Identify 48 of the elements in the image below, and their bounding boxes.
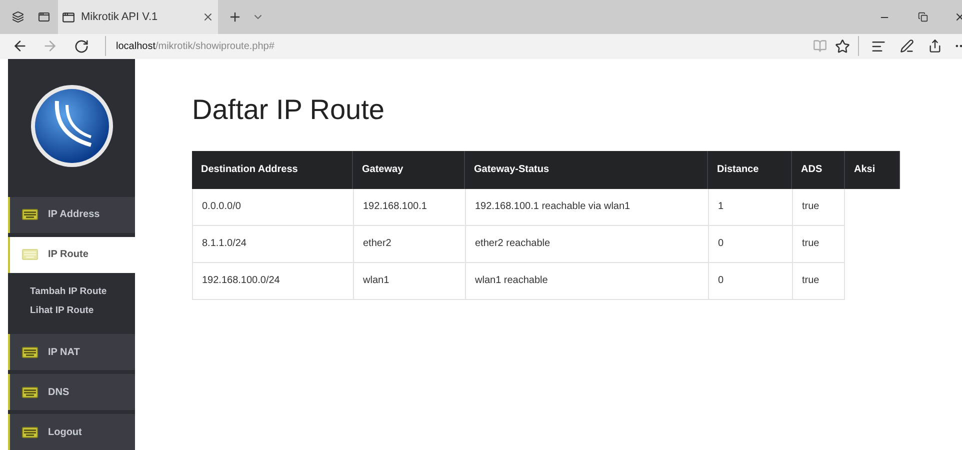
table-cell: 0 bbox=[708, 262, 792, 298]
hub-icon[interactable] bbox=[871, 38, 886, 54]
table-cell: ether2 bbox=[353, 226, 465, 262]
keyboard-icon bbox=[22, 346, 38, 358]
sidebar-item[interactable]: IP Route bbox=[8, 236, 135, 272]
table-cell: 192.168.100.1 bbox=[353, 188, 465, 224]
column-header: ADS bbox=[792, 150, 845, 188]
keyboard-icon bbox=[22, 386, 38, 398]
column-header: Gateway-Status bbox=[465, 150, 708, 188]
table-cell: wlan1 reachable bbox=[465, 262, 708, 298]
table-cell: true bbox=[792, 188, 845, 224]
submenu-link[interactable]: Tambah IP Route bbox=[30, 284, 135, 299]
table-cell: 8.1.1.0/24 bbox=[192, 226, 353, 262]
sidebar-item[interactable]: DNS bbox=[8, 374, 135, 410]
share-icon[interactable] bbox=[928, 39, 942, 54]
url-field[interactable]: localhost/mikrotik/showiproute.php# bbox=[116, 38, 274, 54]
column-header: Destination Address bbox=[192, 150, 353, 188]
pen-icon[interactable] bbox=[900, 39, 914, 54]
new-tab-icon[interactable] bbox=[228, 10, 242, 24]
sidebar-item[interactable]: Logout bbox=[8, 414, 135, 450]
keyboard-icon bbox=[22, 426, 38, 438]
table-cell: 192.168.100.0/24 bbox=[192, 262, 353, 298]
page-icon bbox=[62, 10, 75, 24]
sidebar-item[interactable]: IP NAT bbox=[8, 334, 135, 370]
submenu-link[interactable]: Lihat IP Route bbox=[30, 304, 135, 318]
table-cell: 0.0.0.0/0 bbox=[192, 188, 353, 224]
back-icon[interactable] bbox=[12, 38, 28, 54]
table-cell: wlan1 bbox=[353, 262, 465, 298]
tab-title: Mikrotik API V.1 bbox=[81, 10, 158, 25]
table-cell: true bbox=[792, 262, 845, 298]
table-cell: 1 bbox=[708, 188, 792, 224]
browser-tab[interactable]: Mikrotik API V.1 bbox=[58, 0, 218, 34]
star-icon[interactable] bbox=[835, 38, 850, 54]
table-cell: true bbox=[792, 226, 845, 262]
sidebar-item[interactable]: IP Address bbox=[8, 196, 135, 232]
refresh-icon[interactable] bbox=[74, 38, 89, 54]
keyboard-icon bbox=[22, 249, 38, 260]
page-title: Daftar IP Route bbox=[192, 92, 386, 126]
close-icon[interactable] bbox=[202, 11, 214, 23]
table-cell: 192.168.100.1 reachable via wlan1 bbox=[465, 188, 708, 224]
column-header: Gateway bbox=[353, 150, 465, 188]
table-cell: 0 bbox=[708, 226, 792, 262]
column-header: Distance bbox=[708, 150, 792, 188]
restore-icon[interactable] bbox=[918, 12, 928, 22]
keyboard-icon bbox=[22, 209, 38, 220]
table-cell: ether2 reachable bbox=[465, 226, 708, 262]
column-header: Aksi bbox=[845, 150, 900, 188]
logo-icon bbox=[28, 82, 114, 168]
